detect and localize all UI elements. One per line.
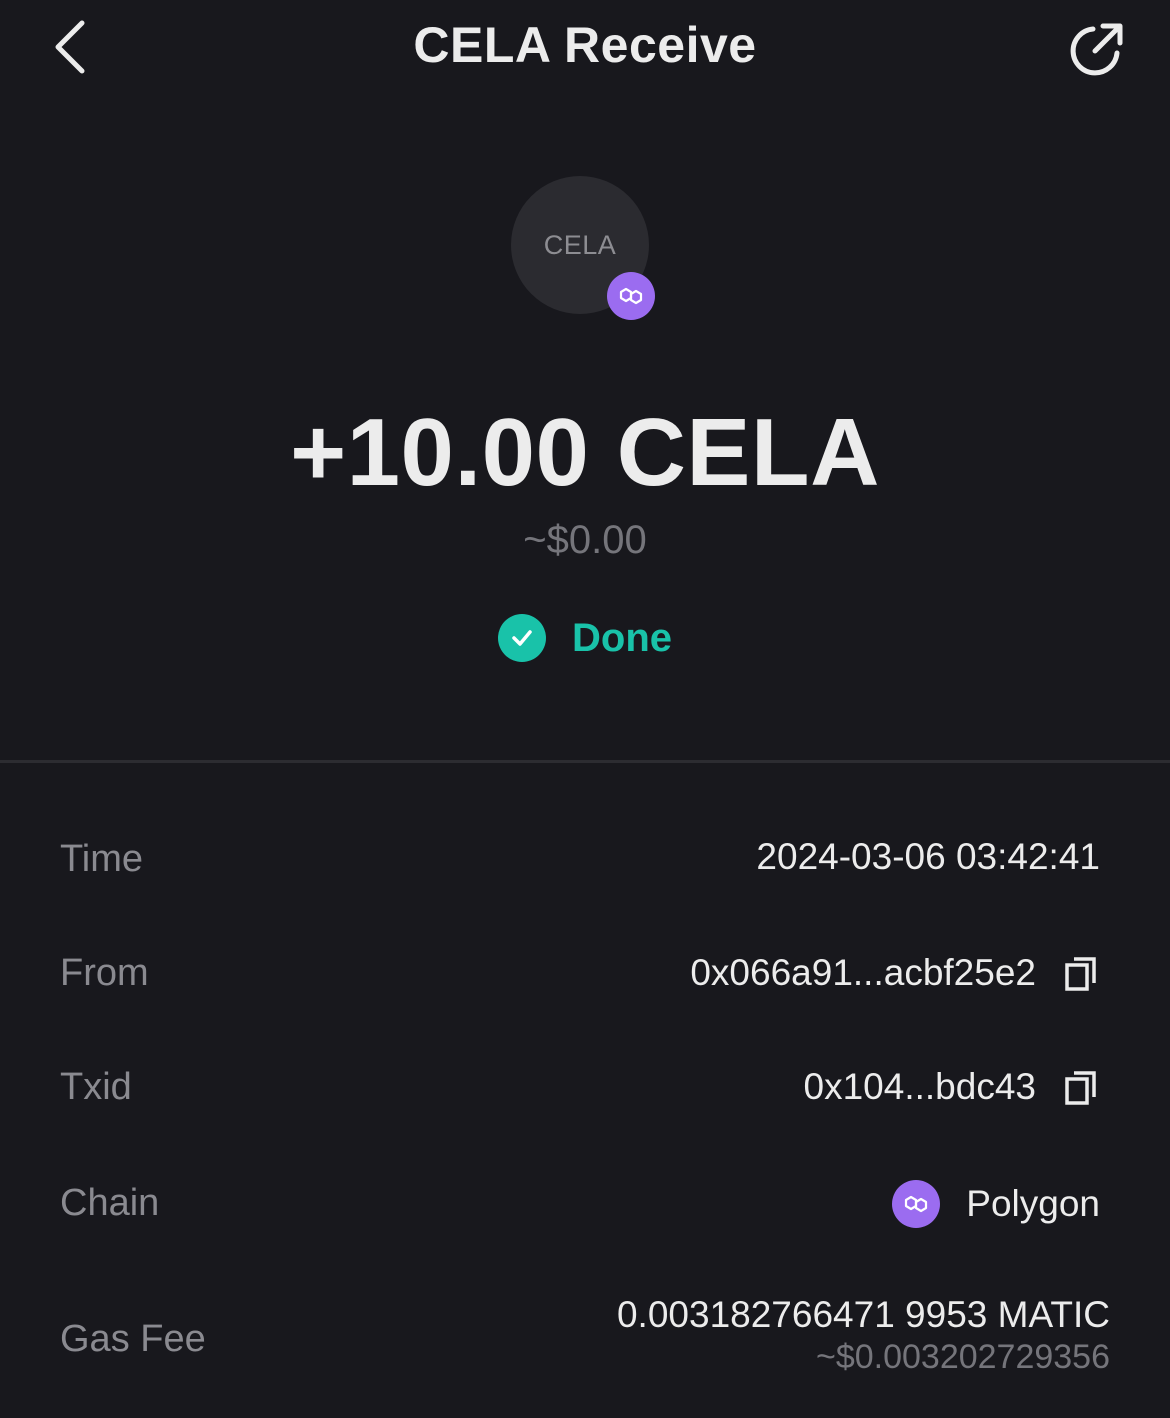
share-button[interactable] [1064,16,1130,82]
polygon-icon [892,1180,941,1228]
header-bar: CELA Receive [0,0,1170,100]
from-label: From [60,952,149,994]
gas-fee-label: Gas Fee [60,1318,206,1360]
time-label: Time [60,838,144,880]
from-value-group: 0x066a91...acbf25e2 [690,952,1100,994]
gas-fee-amount: 0.003182766471 9953 MATIC [616,1294,1110,1335]
status-label: Done [572,615,672,660]
copy-txid-button[interactable] [1062,1066,1100,1108]
gas-fee-fiat: ~$0.003202729356 [815,1338,1110,1376]
check-circle-icon [498,614,546,662]
txid-value-group: 0x104...bdc43 [804,1066,1100,1108]
txid-hash: 0x104...bdc43 [803,1066,1036,1107]
detail-row-gas-fee: Gas Fee 0.003182766471 9953 MATIC ~$0.00… [60,1294,1110,1394]
divider [0,760,1170,763]
chain-name: Polygon [966,1183,1100,1224]
copy-icon [1065,957,1096,991]
time-value: 2024-03-06 03:42:41 [756,836,1100,877]
token-logo: CELA [511,176,655,320]
chain-label: Chain [60,1182,160,1224]
amount-fiat: ~$0.00 [523,518,647,562]
copy-icon [1065,1071,1096,1105]
from-address: 0x066a91...acbf25e2 [690,952,1036,993]
detail-row-time: Time 2024-03-06 03:42:41 [60,836,1110,886]
amount-value: +10.00 CELA [290,399,880,506]
page-title: CELA Receive [413,17,757,73]
status-indicator: Done [0,614,1170,662]
detail-row-txid: Txid 0x104...bdc43 [60,1066,1110,1116]
copy-from-button[interactable] [1062,952,1100,994]
txid-label: Txid [60,1066,132,1108]
detail-row-chain: Chain Polygon [60,1178,1110,1234]
chain-value-group: Polygon [892,1180,1100,1228]
polygon-icon [607,272,655,320]
gas-fee-value-group: 0.003182766471 9953 MATIC ~$0.0032027293… [617,1294,1110,1377]
external-link-icon [1070,23,1123,76]
detail-row-from: From 0x066a91...acbf25e2 [60,952,1110,1002]
